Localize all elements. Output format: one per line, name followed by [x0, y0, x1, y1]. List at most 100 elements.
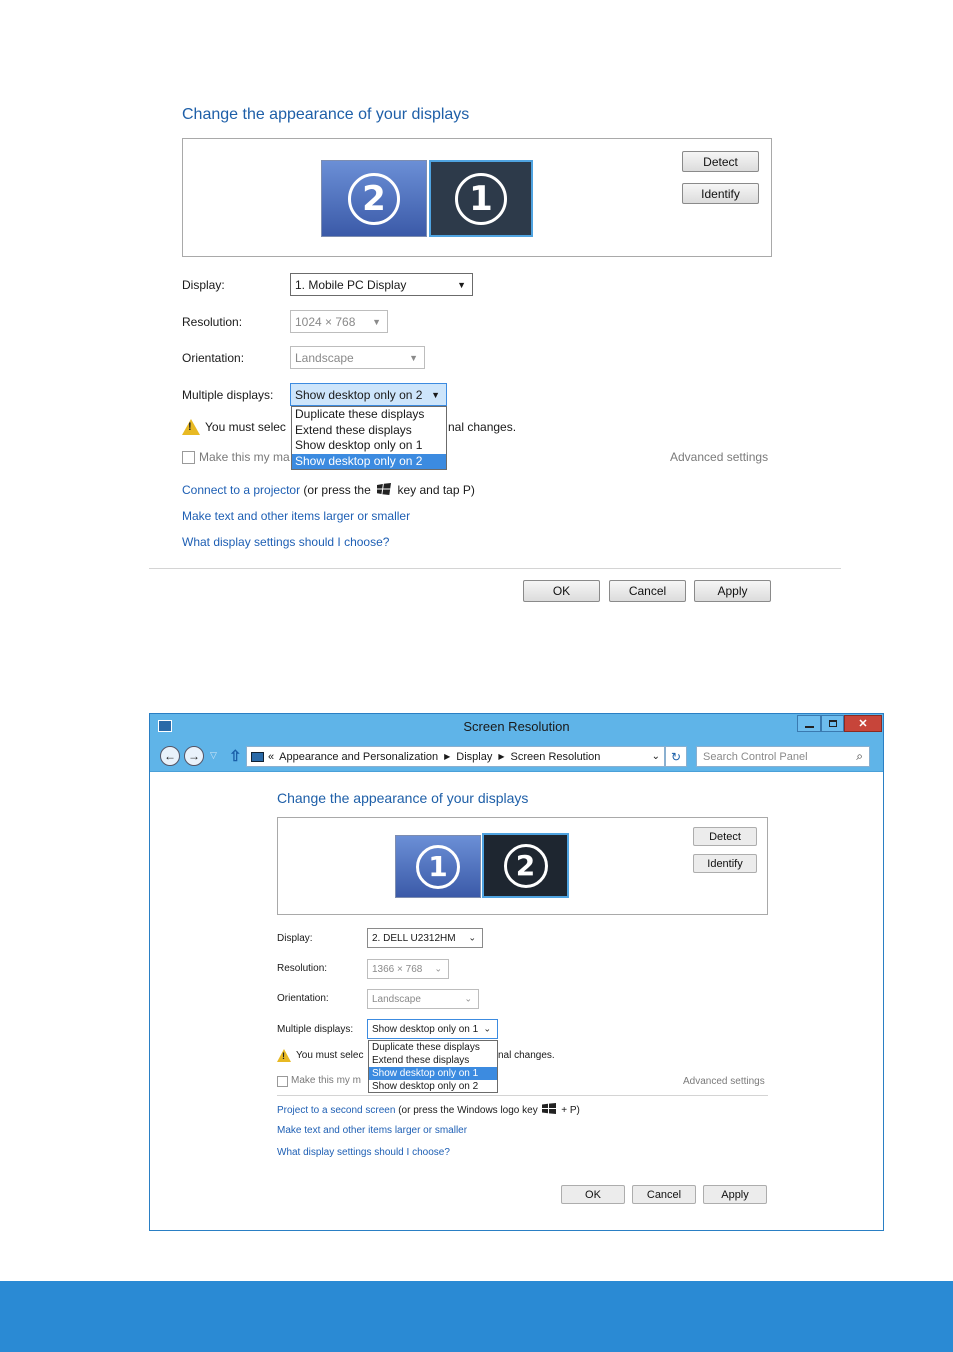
chevron-down-icon: ⌄	[468, 932, 476, 943]
forward-button[interactable]: →	[184, 746, 204, 766]
warning-text-start: You must selec	[296, 1050, 364, 1061]
chevron-down-icon: ▼	[431, 389, 440, 400]
chevron-down-icon: ▼	[409, 352, 418, 363]
minimize-icon	[804, 725, 814, 728]
cancel-button[interactable]: Cancel	[609, 580, 686, 602]
windows-logo-icon	[542, 1103, 557, 1117]
breadcrumb-appearance[interactable]: Appearance and Personalization	[279, 751, 438, 763]
monitor-number: 1	[416, 844, 460, 889]
breadcrumb-overflow[interactable]: «	[268, 751, 274, 763]
text-size-link[interactable]: Make text and other items larger or smal…	[277, 1125, 467, 1136]
monitor-2-tile[interactable]: 2	[482, 833, 569, 898]
apply-button[interactable]: Apply	[694, 580, 771, 602]
recent-pages-dropdown[interactable]: ▽	[210, 750, 217, 761]
identify-button[interactable]: Identify	[682, 183, 759, 204]
projector-hint-end: + P)	[561, 1105, 580, 1116]
multiple-displays-label: Multiple displays:	[182, 388, 274, 402]
monitor-1-tile[interactable]: 1	[395, 835, 481, 898]
breadcrumb-display[interactable]: Display	[456, 751, 492, 763]
orientation-label: Orientation:	[182, 351, 245, 365]
up-button[interactable]: ⇧	[229, 747, 242, 765]
dropdown-option-only-1[interactable]: Show desktop only on 1	[292, 438, 446, 454]
project-second-screen-link[interactable]: Project to a second screen	[277, 1105, 395, 1116]
resolution-label: Resolution:	[182, 315, 243, 329]
breadcrumb-screen-resolution[interactable]: Screen Resolution	[511, 751, 601, 763]
footer-band	[0, 1281, 953, 1352]
display-help-link[interactable]: What display settings should I choose?	[277, 1147, 450, 1158]
multiple-displays-dropdown: Duplicate these displays Extend these di…	[291, 406, 447, 470]
close-button[interactable]: ✕	[844, 715, 882, 732]
detect-button[interactable]: Detect	[682, 151, 759, 172]
chevron-down-icon: ⌄	[434, 963, 442, 974]
display-select[interactable]: 1. Mobile PC Display ▼	[290, 273, 473, 296]
ok-button[interactable]: OK	[523, 580, 600, 602]
multiple-displays-select[interactable]: Show desktop only on 1 ⌄	[367, 1019, 498, 1039]
warning-text-start: You must selec	[205, 420, 286, 434]
dropdown-option-extend[interactable]: Extend these displays	[292, 423, 446, 439]
search-placeholder: Search Control Panel	[703, 750, 808, 763]
dropdown-option-duplicate[interactable]: Duplicate these displays	[369, 1041, 497, 1054]
chevron-down-icon[interactable]: ⌄	[652, 751, 660, 762]
minimize-button[interactable]	[797, 715, 821, 732]
display-help-link[interactable]: What display settings should I choose?	[182, 535, 389, 549]
apply-button[interactable]: Apply	[703, 1185, 767, 1204]
connect-projector-link[interactable]: Connect to a projector	[182, 483, 300, 497]
divider	[149, 568, 841, 569]
monitor-number: 2	[503, 843, 548, 888]
page-title: Change the appearance of your displays	[277, 790, 529, 806]
maximize-button[interactable]	[821, 715, 844, 732]
close-icon: ✕	[858, 718, 868, 730]
main-display-checkbox-label: Make this my m	[291, 1075, 362, 1086]
search-input[interactable]: Search Control Panel ⌕	[696, 746, 870, 767]
maximize-icon	[828, 720, 837, 727]
monitor-2-tile[interactable]: 2	[321, 160, 427, 237]
refresh-icon: ↻	[670, 749, 682, 764]
orientation-select-value: Landscape	[295, 350, 354, 365]
multiple-displays-select[interactable]: Show desktop only on 2 ▼	[290, 383, 447, 406]
cancel-button[interactable]: Cancel	[632, 1185, 696, 1204]
detect-button[interactable]: Detect	[693, 827, 757, 846]
warning-icon-mark: !	[188, 421, 192, 433]
projector-line: Connect to a projector (or press the key…	[182, 483, 475, 498]
main-display-checkbox[interactable]	[182, 451, 195, 464]
chevron-down-icon: ▼	[457, 279, 466, 290]
monitor-1-tile[interactable]: 1	[429, 160, 533, 237]
display-select[interactable]: 2. DELL U2312HM ⌄	[367, 928, 483, 948]
chevron-right-icon: ▶	[444, 752, 451, 761]
multiple-displays-select-value: Show desktop only on 1	[372, 1023, 479, 1035]
monitor-number: 1	[455, 172, 507, 225]
chevron-right-icon: ▶	[498, 752, 505, 761]
dropdown-option-only-2[interactable]: Show desktop only on 2	[369, 1080, 497, 1093]
breadcrumb[interactable]: « Appearance and Personalization ▶ Displ…	[246, 746, 665, 767]
back-button[interactable]: ←	[160, 746, 180, 766]
identify-button[interactable]: Identify	[693, 854, 757, 873]
resolution-select-value: 1024 × 768	[295, 314, 356, 329]
monitor-number: 2	[348, 172, 400, 225]
multiple-displays-dropdown: Duplicate these displays Extend these di…	[368, 1040, 498, 1093]
main-display-checkbox-label: Make this my ma	[199, 450, 290, 464]
main-display-checkbox[interactable]	[277, 1076, 288, 1087]
warning-icon-mark: !	[282, 1051, 285, 1061]
advanced-settings-link[interactable]: Advanced settings	[683, 1076, 765, 1087]
window-title: Screen Resolution	[463, 719, 570, 734]
dropdown-option-extend[interactable]: Extend these displays	[369, 1054, 497, 1067]
arrow-right-icon: →	[188, 749, 200, 763]
ok-button[interactable]: OK	[561, 1185, 625, 1204]
page-title: Change the appearance of your displays	[182, 106, 470, 123]
text-size-link[interactable]: Make text and other items larger or smal…	[182, 509, 410, 523]
display-label: Display:	[182, 278, 225, 292]
advanced-settings-link[interactable]: Advanced settings	[670, 450, 768, 464]
dropdown-option-only-1[interactable]: Show desktop only on 1	[369, 1067, 497, 1080]
refresh-button[interactable]: ↻	[665, 746, 687, 767]
multiple-displays-select-value: Show desktop only on 2	[295, 387, 423, 402]
display-label: Display:	[277, 933, 313, 944]
chevron-down-icon: ⌄	[483, 1023, 491, 1034]
projector-hint-start: (or press the	[303, 483, 371, 497]
dropdown-option-duplicate[interactable]: Duplicate these displays	[292, 407, 446, 423]
chevron-down-icon: ▽	[210, 750, 217, 760]
resolution-select: 1024 × 768 ▼	[290, 310, 388, 333]
dropdown-option-only-2[interactable]: Show desktop only on 2	[292, 453, 446, 469]
multiple-displays-label: Multiple displays:	[277, 1024, 354, 1035]
resolution-select: 1366 × 768 ⌄	[367, 959, 449, 979]
chevron-down-icon: ▼	[372, 316, 381, 327]
